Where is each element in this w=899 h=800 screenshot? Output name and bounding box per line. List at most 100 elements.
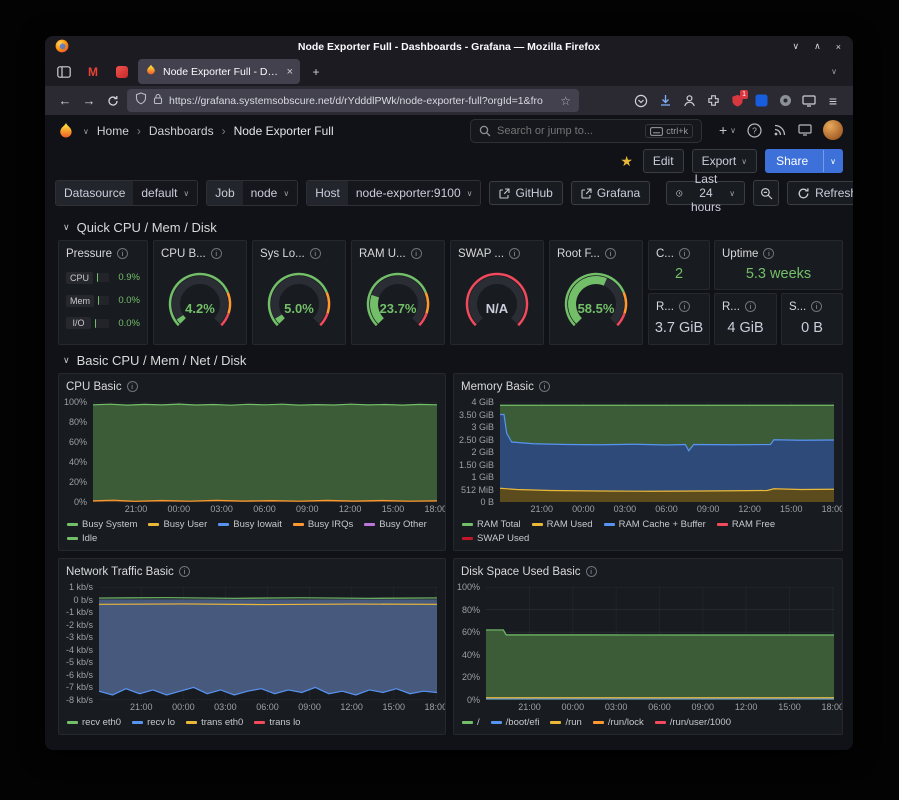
chevron-down-icon[interactable]: ∨ [83, 127, 89, 136]
chart-canvas[interactable] [93, 402, 437, 502]
legend-item[interactable]: Busy Other [364, 517, 427, 531]
tab-close-icon[interactable]: × [287, 66, 293, 78]
pinned-tab-2[interactable] [109, 60, 135, 84]
panel-header[interactable]: R... i [715, 294, 776, 314]
panel-header[interactable]: S... i [782, 294, 842, 314]
panel-header[interactable]: SWAP ... i [451, 241, 543, 261]
legend-item[interactable]: Busy User [148, 517, 207, 531]
back-button[interactable]: ← [53, 89, 77, 113]
new-tab-button[interactable]: + [303, 60, 329, 84]
ublock-icon[interactable]: 1 [725, 89, 749, 113]
info-icon[interactable]: i [539, 381, 550, 392]
host-picker[interactable]: Host node-exporter:9100∨ [306, 180, 481, 206]
favorite-star-icon[interactable]: ★ [618, 153, 635, 170]
menu-icon[interactable]: ≡ [821, 89, 845, 113]
bookmark-star-icon[interactable]: ☆ [560, 94, 571, 108]
export-button[interactable]: Export∨ [692, 149, 758, 173]
chart-canvas[interactable] [500, 402, 834, 502]
display-icon[interactable] [798, 124, 812, 136]
legend-item[interactable]: Busy Iowait [218, 517, 282, 531]
legend-item[interactable]: trans eth0 [186, 715, 243, 729]
url-input[interactable] [169, 95, 554, 107]
info-icon[interactable]: i [310, 248, 321, 259]
chart-canvas[interactable] [486, 587, 834, 700]
chart-canvas[interactable] [99, 587, 437, 700]
panel-header[interactable]: C... i [649, 241, 709, 261]
panel-header[interactable]: CPU B... i [154, 241, 246, 261]
downloads-icon[interactable] [653, 89, 677, 113]
panel-header[interactable]: CPU Basic i [59, 374, 445, 394]
close-button[interactable]: × [836, 42, 841, 52]
legend-item[interactable]: recv eth0 [67, 715, 121, 729]
info-icon[interactable]: i [411, 248, 422, 259]
firefox-view-button[interactable] [51, 60, 77, 84]
help-icon[interactable]: ? [747, 123, 762, 138]
refresh-button[interactable]: Refresh [787, 181, 853, 205]
legend-item[interactable]: /run/user/1000 [655, 715, 731, 729]
url-bar[interactable]: ☆ [127, 89, 579, 112]
breadcrumb-dashboards[interactable]: Dashboards [149, 124, 214, 138]
tracking-shield-icon[interactable] [135, 92, 147, 110]
panel-header[interactable]: R... i [649, 294, 709, 314]
zoom-out-button[interactable] [753, 180, 779, 206]
pocket-icon[interactable] [629, 89, 653, 113]
info-icon[interactable]: i [679, 248, 690, 259]
legend-item[interactable]: RAM Cache + Buffer [604, 517, 706, 531]
plot-area[interactable] [500, 402, 834, 502]
reload-button[interactable] [101, 89, 125, 113]
lock-icon[interactable] [153, 92, 163, 110]
titlebar[interactable]: Node Exporter Full - Dashboards - Grafan… [45, 36, 853, 57]
section-collapse-icon[interactable]: ∨ [63, 355, 70, 366]
time-range-picker[interactable]: Last 24 hours ∨ [666, 181, 745, 205]
legend-item[interactable]: recv lo [132, 715, 175, 729]
panel-header[interactable]: Root F... i [550, 241, 642, 261]
pinned-tab-gmail[interactable]: M [80, 60, 106, 84]
legend-item[interactable]: Busy System [67, 517, 137, 531]
info-icon[interactable]: i [811, 301, 822, 312]
list-tabs-button[interactable]: ∨ [821, 60, 847, 84]
legend-item[interactable]: Idle [67, 531, 97, 545]
section-collapse-icon[interactable]: ∨ [63, 222, 70, 233]
plot-area[interactable] [486, 587, 834, 700]
info-icon[interactable]: i [509, 248, 520, 259]
share-button[interactable]: Share ∨ [765, 149, 843, 173]
grafana-link-button[interactable]: Grafana [571, 181, 650, 205]
panel-header[interactable]: RAM U... i [352, 241, 444, 261]
legend-item[interactable]: RAM Used [532, 517, 593, 531]
legend-item[interactable]: RAM Free [717, 517, 775, 531]
news-icon[interactable] [773, 123, 787, 137]
extensions-icon[interactable] [701, 89, 725, 113]
grafana-logo[interactable] [57, 122, 75, 140]
legend-item[interactable]: /run/lock [593, 715, 644, 729]
section-quick-cpu-mem-disk[interactable]: ∨ Quick CPU / Mem / Disk [63, 220, 217, 235]
bitwarden-icon[interactable] [749, 89, 773, 113]
panel-header[interactable]: Disk Space Used Basic i [454, 559, 842, 579]
legend-item[interactable]: RAM Total [462, 517, 521, 531]
add-button[interactable]: +∨ [719, 122, 736, 138]
info-icon[interactable]: i [763, 248, 774, 259]
info-icon[interactable]: i [586, 566, 597, 577]
legend-item[interactable]: /run [550, 715, 581, 729]
plot-area[interactable] [99, 587, 437, 700]
info-icon[interactable]: i [179, 566, 190, 577]
info-icon[interactable]: i [679, 301, 690, 312]
account-icon[interactable] [677, 89, 701, 113]
info-icon[interactable]: i [211, 248, 222, 259]
maximize-button[interactable]: ∧ [814, 41, 821, 52]
datasource-picker[interactable]: Datasource default∨ [55, 180, 198, 206]
search-box[interactable]: ctrl+k [470, 119, 702, 143]
screenshot-icon[interactable] [797, 89, 821, 113]
panel-header[interactable]: Pressure i [59, 241, 147, 261]
active-tab[interactable]: Node Exporter Full - Dashbo × [138, 59, 300, 84]
legend-item[interactable]: trans lo [254, 715, 300, 729]
legend-item[interactable]: SWAP Used [462, 531, 529, 545]
panel-header[interactable]: Network Traffic Basic i [59, 559, 445, 579]
legend-item[interactable]: /boot/efi [491, 715, 540, 729]
share-caret-icon[interactable]: ∨ [823, 150, 842, 172]
info-icon[interactable]: i [745, 301, 756, 312]
info-icon[interactable]: i [605, 248, 616, 259]
section-basic-cpu-mem-net-disk[interactable]: ∨ Basic CPU / Mem / Net / Disk [63, 353, 246, 368]
legend-item[interactable]: Busy IRQs [293, 517, 353, 531]
edit-button[interactable]: Edit [643, 149, 684, 173]
panel-header[interactable]: Sys Lo... i [253, 241, 345, 261]
